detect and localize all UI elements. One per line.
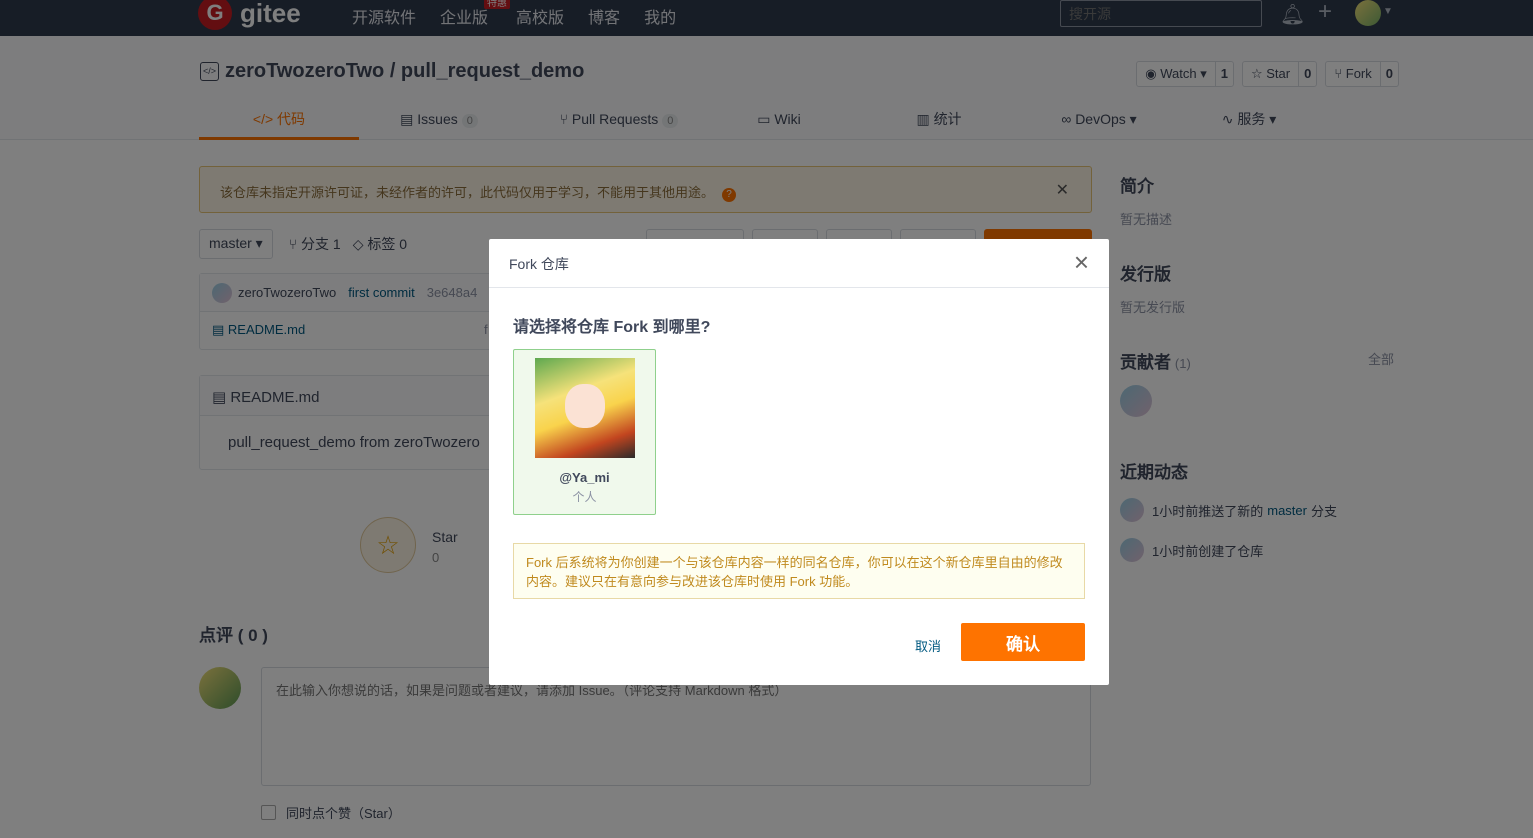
close-icon[interactable]: × xyxy=(1074,249,1089,275)
avatar-face xyxy=(564,384,605,428)
fork-notice: Fork 后系统将为你创建一个与该仓库内容一样的同名仓库，你可以在这个新仓库里自… xyxy=(513,543,1085,599)
namespace-type: 个人 xyxy=(572,490,597,504)
confirm-button[interactable]: 确认 xyxy=(961,623,1085,661)
namespace-name: @Ya_mi xyxy=(559,470,610,485)
fork-question: 请选择将仓库 Fork 到哪里? xyxy=(513,319,711,336)
fork-modal: Fork 仓库 × 请选择将仓库 Fork 到哪里? @Ya_mi 个人 For… xyxy=(489,239,1109,685)
namespace-avatar xyxy=(534,358,635,458)
cancel-button[interactable]: 取消 xyxy=(915,636,941,655)
namespace-card[interactable]: @Ya_mi 个人 xyxy=(513,349,656,515)
modal-title: Fork 仓库 xyxy=(489,239,1109,288)
